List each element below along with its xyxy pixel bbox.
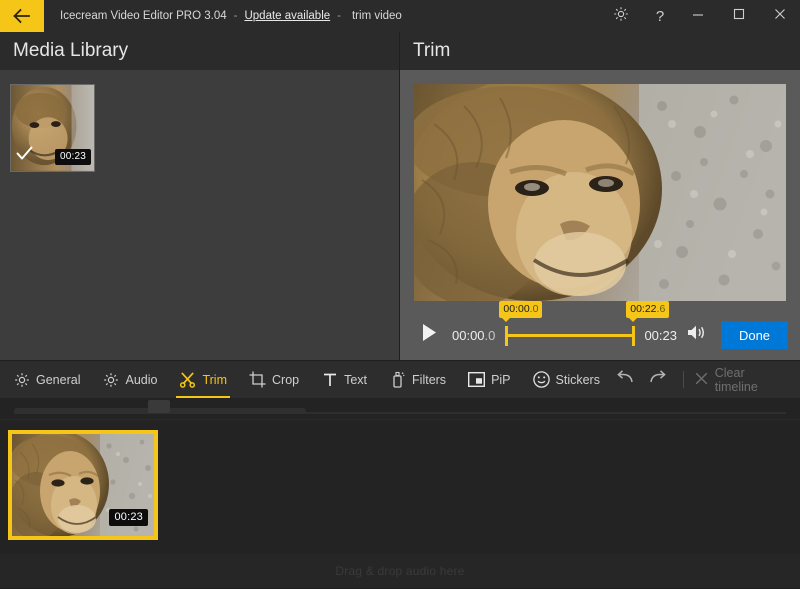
project-name: trim video [351, 10, 402, 22]
title-separator-2: - [337, 10, 341, 22]
tab-filters-label: Filters [412, 372, 447, 387]
toolbar-right-actions: Clear timeline [611, 365, 800, 395]
update-available-link[interactable]: Update available [244, 10, 330, 22]
clear-timeline-label: Clear timeline [714, 365, 758, 394]
media-item-thumbnail[interactable]: 00:23 [10, 84, 95, 172]
gear-icon [102, 372, 119, 388]
trim-selected-range[interactable] [505, 334, 633, 337]
tab-general-label: General [36, 372, 81, 387]
trim-end-handle[interactable] [632, 326, 636, 346]
redo-button[interactable] [643, 365, 671, 395]
app-title: Icecream Video Editor PRO 3.04 [60, 10, 227, 22]
tab-filters[interactable]: Filters [378, 361, 457, 399]
tab-general[interactable]: General [0, 361, 91, 399]
video-preview[interactable] [414, 84, 786, 301]
gear-icon [13, 372, 30, 388]
tab-audio[interactable]: Audio [91, 361, 168, 399]
text-t-icon [321, 372, 338, 388]
play-icon [421, 323, 438, 347]
window-controls: ? [599, 0, 800, 32]
timeline-clip[interactable]: 00:23 [8, 430, 158, 540]
timeline-ruler[interactable] [0, 398, 800, 420]
help-button[interactable]: ? [643, 0, 677, 32]
timeline-video-track: 00:23 [0, 420, 800, 558]
media-library-panel: Media Library 00:23 [0, 32, 400, 360]
media-item-duration: 00:23 [54, 149, 91, 165]
toolbar-divider [682, 371, 684, 388]
timeline-panel: 00:23 Drag & drop audio here [0, 398, 800, 588]
current-time-fraction: .0 [484, 327, 496, 343]
timeline-clip-duration: 00:23 [109, 509, 148, 526]
close-icon [774, 7, 786, 25]
trim-slider[interactable]: 00:00.0 00:22.6 [499, 301, 670, 360]
done-button[interactable]: Done [721, 321, 788, 349]
minimize-button[interactable] [677, 0, 718, 32]
play-button[interactable] [412, 323, 446, 347]
undo-button[interactable] [611, 365, 639, 395]
timeline-audio-track[interactable]: Drag & drop audio here [0, 554, 800, 588]
lion-preview-image [414, 84, 786, 301]
trim-start-fraction: .0 [529, 303, 539, 315]
media-library-body: 00:23 [0, 70, 399, 360]
scissors-icon [179, 371, 196, 388]
clear-timeline-button[interactable]: Clear timeline [695, 366, 788, 394]
minimize-icon [692, 7, 704, 25]
crop-icon [249, 371, 266, 388]
tab-crop[interactable]: Crop [238, 361, 310, 399]
checkmark-icon [16, 146, 33, 166]
tab-text-label: Text [344, 372, 368, 387]
close-button[interactable] [759, 0, 800, 32]
title-bar: Icecream Video Editor PRO 3.04 - Update … [0, 0, 800, 32]
tab-pip[interactable]: PiP [457, 361, 521, 399]
current-time-display: 00:00.0 [452, 328, 495, 343]
trim-panel: Trim 00:00.0 00:00.0 00:22.6 00:23 Done [400, 32, 800, 360]
tab-text[interactable]: Text [310, 361, 378, 399]
timeline-position-marker[interactable] [148, 400, 170, 413]
tab-trim[interactable]: Trim [168, 361, 238, 399]
trim-panel-title: Trim [400, 32, 800, 70]
close-x-icon [695, 372, 708, 388]
current-time-value: 00:00 [452, 327, 485, 343]
title-separator-1: - [233, 10, 238, 22]
tab-crop-label: Crop [272, 372, 300, 387]
trim-start-handle[interactable] [505, 326, 509, 346]
trim-start-tooltip: 00:00.0 [499, 301, 543, 322]
redo-arrow-icon [648, 369, 667, 390]
title-text-group: Icecream Video Editor PRO 3.04 - Update … [44, 0, 402, 32]
trim-end-fraction: .6 [656, 303, 666, 315]
question-mark-icon: ? [655, 7, 665, 25]
tab-stickers-label: Stickers [555, 372, 600, 387]
tab-pip-label: PiP [491, 372, 511, 387]
audio-drop-hint: Drag & drop audio here [335, 564, 465, 578]
total-time-display: 00:23 [644, 327, 677, 343]
volume-icon [686, 324, 706, 346]
player-controls: 00:00.0 00:00.0 00:22.6 00:23 Done [400, 301, 800, 360]
tab-audio-label: Audio [125, 372, 158, 387]
trim-end-value: 00:22 [630, 303, 657, 315]
spray-can-icon [389, 371, 406, 388]
maximize-button[interactable] [718, 0, 759, 32]
main-area: Media Library 00:23 Trim 00:00.0 00:00.0… [0, 32, 800, 360]
tab-trim-label: Trim [202, 372, 227, 387]
tab-stickers[interactable]: Stickers [522, 361, 611, 399]
undo-arrow-icon [616, 369, 635, 390]
video-preview-wrapper [400, 70, 800, 310]
gear-icon [613, 6, 629, 27]
back-arrow-icon [12, 8, 32, 24]
media-library-title: Media Library [0, 32, 399, 70]
editor-toolbar: General Audio Trim Crop Text Filters PiP… [0, 360, 800, 399]
trim-end-tooltip: 00:22.6 [626, 301, 670, 322]
titlebar-spacer [402, 0, 599, 32]
volume-button[interactable] [677, 324, 715, 346]
pip-icon [468, 372, 486, 387]
smiley-icon [532, 371, 550, 388]
trim-start-value: 00:00 [503, 303, 530, 315]
settings-button[interactable] [599, 0, 643, 32]
maximize-icon [733, 7, 745, 25]
back-button[interactable] [0, 0, 44, 32]
